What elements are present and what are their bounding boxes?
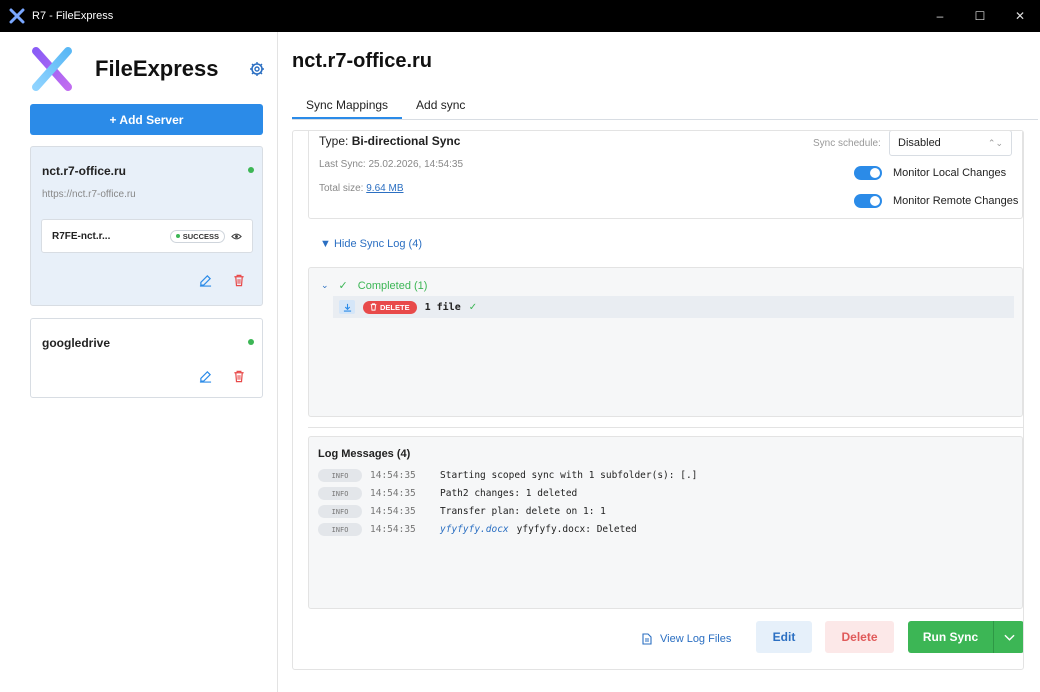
delete-action-badge: DELETE [363,300,417,314]
sync-type-label: Type: [319,134,352,148]
log-tree-item[interactable]: DELETE 1 file ✓ [333,296,1014,318]
monitor-local-toggle[interactable] [854,166,882,180]
log-text: Transfer plan: delete on 1: 1 [440,506,606,517]
completed-group-label: Completed (1) [357,279,428,292]
total-size-label: Total size: [319,183,367,194]
check-icon: ✓ [338,280,348,292]
tab-bar: Sync Mappings Add sync [292,90,1038,120]
maximize-button[interactable]: ☐ [960,0,1000,32]
log-line: INFO 14:54:35 Starting scoped sync with … [318,469,697,482]
edit-server-icon[interactable] [198,369,212,383]
sync-schedule-label: Sync schedule: [813,138,881,149]
brand-name: FileExpress [95,56,219,81]
app-window: FileExpress + Add Server nct.r7-office.r… [0,32,1040,692]
log-text: yfyfyfy.docx: Deleted [516,524,637,535]
sync-schedule-select[interactable]: Disabled ⌃⌄ [889,131,1012,156]
log-file-link[interactable]: yfyfyfy.docx [440,524,509,535]
log-time: 14:54:35 [370,470,416,481]
monitor-remote-row: Monitor Remote Changes [854,194,1018,208]
edit-button[interactable]: Edit [756,621,812,653]
sync-type: Type: Bi-directional Sync [319,134,460,148]
monitor-local-label: Monitor Local Changes [893,167,1007,179]
document-icon [642,633,652,645]
mapping-detail-panel: Type: Bi-directional Sync Last Sync: 25.… [292,130,1024,670]
monitor-remote-label: Monitor Remote Changes [893,195,1019,207]
main-panel: nct.r7-office.ru Sync Mappings Add sync … [278,32,1040,692]
server-card-nct[interactable]: nct.r7-office.ru https://nct.r7-office.r… [30,146,263,306]
add-server-button[interactable]: + Add Server [30,104,263,135]
window-title: R7 - FileExpress [32,10,114,22]
tab-add-sync[interactable]: Add sync [402,90,479,119]
log-level-badge: INFO [318,523,362,536]
close-button[interactable]: ✕ [1000,0,1040,32]
window-controls: – ☐ ✕ [920,0,1040,32]
sync-type-value: Bi-directional Sync [351,134,461,148]
action-bar: View Log Files Edit Delete Run Sync [293,621,1023,661]
delete-server-icon[interactable] [232,273,246,287]
sync-log-tree: ⌄ ✓ Completed (1) DELETE 1 file ✓ [308,267,1023,417]
mapping-item[interactable]: R7FE-nct.r... SUCCESS [41,219,253,253]
delete-server-icon[interactable] [232,369,246,383]
log-text: Path2 changes: 1 deleted [440,488,578,499]
server-name: nct.r7-office.ru [42,164,127,178]
log-line: INFO 14:54:35 yfyfyfy.docx yfyfyfy.docx:… [318,523,637,536]
hide-sync-log-toggle[interactable]: ▼ Hide Sync Log (4) [320,238,422,250]
brand: FileExpress [30,46,266,92]
divider [308,427,1023,428]
edit-server-icon[interactable] [198,273,212,287]
log-time: 14:54:35 [370,506,416,517]
log-line: INFO 14:54:35 Path2 changes: 1 deleted [318,487,577,500]
total-size-link[interactable]: 9.64 MB [366,183,403,194]
view-log-files-button[interactable]: View Log Files [642,633,731,645]
server-status-dot [248,167,254,173]
log-text: Starting scoped sync with 1 subfolder(s)… [440,470,698,481]
status-badge-label: SUCCESS [182,231,219,241]
log-line: INFO 14:54:35 Transfer plan: delete on 1… [318,505,606,518]
file-count: 1 file [424,301,461,313]
server-name: googledrive [42,336,111,350]
view-log-files-label: View Log Files [660,633,732,645]
completed-group[interactable]: ⌄ ✓ Completed (1) [321,279,428,293]
minimize-button[interactable]: – [920,0,960,32]
select-chevron-icon: ⌃⌄ [987,137,1003,148]
log-level-badge: INFO [318,469,362,482]
sync-info-box: Type: Bi-directional Sync Last Sync: 25.… [308,131,1023,219]
delete-action-label: DELETE [380,302,410,312]
tab-sync-mappings[interactable]: Sync Mappings [292,90,403,119]
log-time: 14:54:35 [370,524,416,535]
server-status-dot [248,339,254,345]
window-titlebar: R7 - FileExpress – ☐ ✕ [0,0,1040,32]
run-sync-button[interactable]: Run Sync [908,621,993,653]
page-title: nct.r7-office.ru [292,50,433,72]
mapping-name: R7FE-nct.r... [52,230,111,242]
trash-icon [370,303,377,311]
total-size: Total size: 9.64 MB [319,183,404,194]
chevron-down-icon [1003,634,1015,641]
settings-gear-icon[interactable] [248,60,266,78]
log-level-badge: INFO [318,505,362,518]
log-messages-panel: Log Messages (4) INFO 14:54:35 Starting … [308,436,1023,609]
server-card-googledrive[interactable]: googledrive [30,318,263,398]
server-card-actions [198,273,246,287]
log-time: 14:54:35 [370,488,416,499]
run-sync-dropdown-button[interactable] [993,621,1023,653]
app-logo-icon [8,7,26,25]
server-url: https://nct.r7-office.ru [42,189,136,200]
server-card-actions [198,369,246,383]
chevron-down-icon[interactable]: ⌄ [321,280,329,291]
monitor-local-row: Monitor Local Changes [854,166,1006,180]
log-level-badge: INFO [318,487,362,500]
check-icon: ✓ [468,301,478,313]
last-sync: Last Sync: 25.02.2026, 14:54:35 [319,159,463,170]
monitor-remote-toggle[interactable] [854,194,882,208]
sync-schedule-value: Disabled [898,137,941,149]
success-dot [175,234,180,238]
fileexpress-logo-icon [32,47,72,91]
eye-icon[interactable] [230,230,242,242]
download-icon[interactable] [339,300,355,314]
log-messages-title: Log Messages (4) [318,448,411,460]
sidebar: FileExpress + Add Server nct.r7-office.r… [0,32,278,692]
delete-button[interactable]: Delete [825,621,894,653]
status-badge: SUCCESS [169,229,225,243]
